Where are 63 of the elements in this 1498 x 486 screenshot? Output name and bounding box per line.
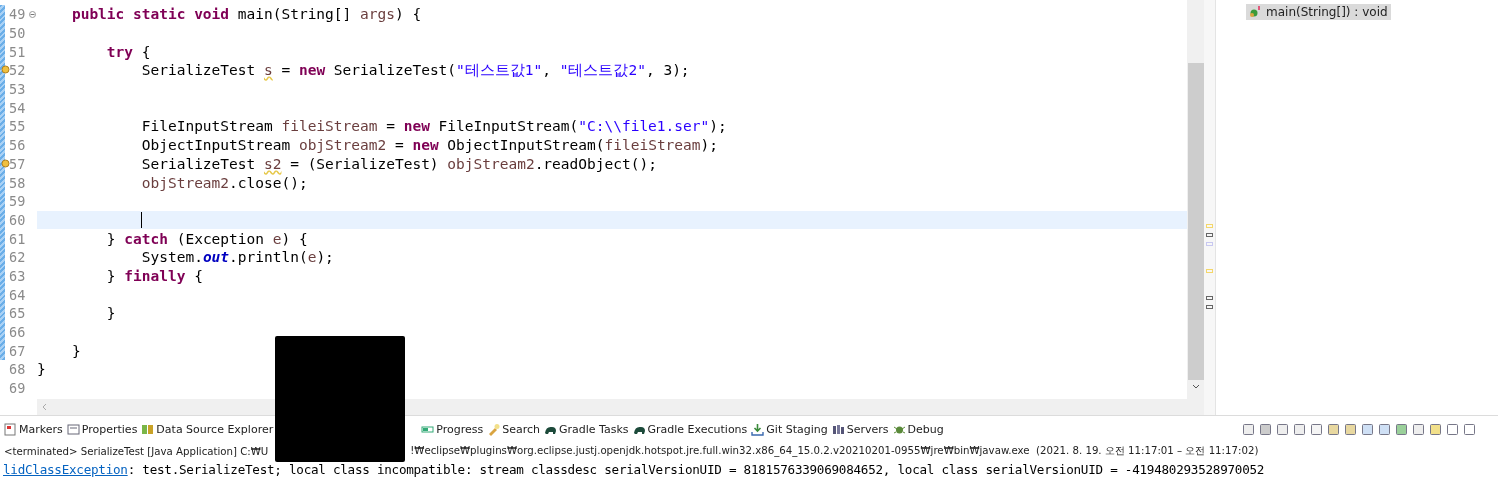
view-tab[interactable]: Properties	[66, 423, 138, 436]
code-line: SerializeTest s = new SerializeTest("테스트값1", "테스트값2", 3);	[140, 60, 690, 80]
view-tab[interactable]: Gradle Executions	[632, 423, 748, 436]
view-tab[interactable]: Git Staging	[751, 423, 828, 436]
code-line: } catch (Exception e) {	[105, 230, 308, 247]
line-number: 53	[9, 81, 27, 98]
line-number: 59	[9, 193, 27, 210]
progress-icon	[421, 423, 435, 436]
line-number: 51	[9, 43, 27, 60]
code-line: System.out.println(e);	[140, 249, 334, 266]
warning-icon[interactable]	[1, 158, 10, 168]
code-line: objStream2.close();	[140, 174, 308, 191]
code-line: ObjectInputStream objStream2 = new ObjectInputStream(fileiStream);	[140, 137, 718, 154]
flashlight-icon	[487, 423, 501, 436]
line-number: 63	[9, 267, 27, 284]
line-number: 66	[9, 324, 27, 341]
line-number: 65	[9, 305, 27, 322]
code-line: try {	[105, 43, 151, 60]
line-number: 49	[9, 6, 27, 23]
servers-icon	[831, 423, 845, 436]
line-number: 57	[9, 155, 27, 172]
console-output: : test.SerializeTest; local class incompatible: stream classdesc serialVersionUID = 8181576339069084652, local class serialVersionUID = -419480293528970052	[127, 461, 1265, 477]
line-number: 69	[9, 380, 27, 397]
scroll-thumb[interactable]	[1187, 63, 1204, 380]
line-number: 60	[9, 211, 27, 228]
line-number: 64	[9, 286, 27, 303]
line-number: 56	[9, 137, 27, 154]
line-number: 58	[9, 174, 27, 191]
vertical-scrollbar[interactable]	[1187, 0, 1204, 415]
method-icon	[1249, 6, 1263, 18]
list-icon	[66, 423, 80, 436]
view-tab[interactable]: Markers	[4, 423, 63, 436]
download-icon	[751, 423, 765, 436]
collapse-icon[interactable]	[29, 10, 36, 18]
line-number: 52	[9, 62, 27, 79]
view-tab[interactable]: Servers	[831, 423, 889, 436]
line-number: 61	[9, 230, 27, 247]
line-number: 55	[9, 118, 27, 135]
database-icon	[141, 423, 155, 436]
code-line: }	[105, 305, 116, 322]
line-number: 68	[9, 361, 27, 378]
view-tab[interactable]: Data Source Explorer	[141, 423, 274, 436]
code-line: SerializeTest s2 = (SerializeTest) objStream2.readObject();	[140, 155, 657, 172]
code-line: }	[70, 342, 81, 359]
view-tab[interactable]: Search	[487, 423, 540, 436]
view-tab[interactable]: Gradle Tasks	[543, 423, 629, 436]
line-number: 67	[9, 342, 27, 359]
line-number: 62	[9, 249, 27, 266]
code-line: }	[37, 361, 46, 378]
markers-icon	[4, 423, 17, 436]
text-caret	[141, 211, 142, 228]
line-number: 54	[9, 99, 27, 116]
code-line: public static void main(String[] args) {	[70, 6, 422, 23]
console-title: !₩eclipse₩plugins₩org.eclipse.justj.openjdk.hotspot.jre.full.win32.x86_64_15.0.2.v20210201-0955₩jre₩bin₩javaw.exe (2021. 8. 19. 오전 11:17:01 – 오전 11:17:02)	[410, 444, 1259, 458]
exception-link[interactable]: lidClassException	[3, 461, 128, 477]
console-title: <terminated> SerializeTest [Java Application] C:₩U	[4, 445, 269, 457]
line-number: 50	[9, 25, 27, 42]
code-line: FileInputStream fileiStream = new FileInputStream("C:\\file1.ser");	[140, 118, 727, 135]
view-tab[interactable]: Debug	[892, 423, 944, 436]
warning-icon[interactable]	[1, 65, 10, 75]
outline-item[interactable]: main(String[]) : void	[1246, 4, 1391, 20]
code-line: } finally {	[105, 267, 203, 284]
view-tab[interactable]: Progress	[421, 423, 484, 436]
